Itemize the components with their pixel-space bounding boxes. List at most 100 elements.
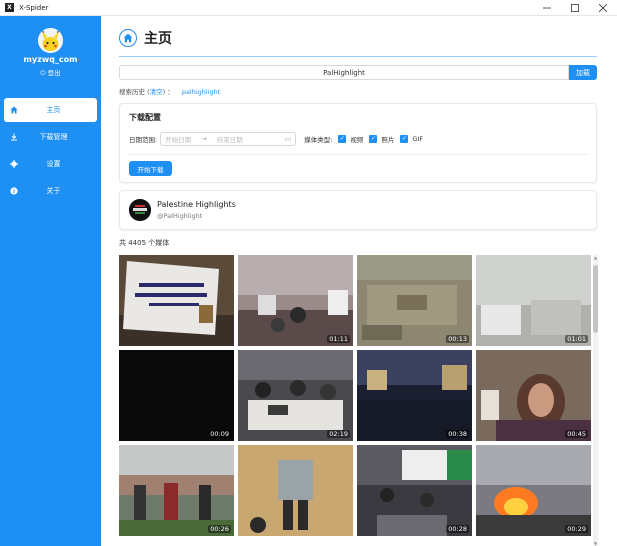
arrow-right-icon: → (201, 135, 207, 143)
checkmark-icon: ✓ (400, 135, 409, 143)
date-range-label: 日期范围: (129, 136, 158, 144)
media-thumbnail (357, 255, 472, 346)
search-history: 搜索历史 (清空) ： palhighlight (119, 86, 220, 96)
media-duration: 02:19 (327, 430, 350, 438)
sidebar-item-home[interactable]: 主页 (4, 98, 97, 122)
media-thumbnail (357, 445, 472, 536)
media-duration: 00:29 (565, 525, 588, 533)
sidebar-item-downloads[interactable]: 下载管理 (4, 125, 97, 149)
media-duration: 00:45 (565, 430, 588, 438)
history-item[interactable]: palhighlight (182, 88, 221, 96)
sidebar: myzwq_com ⏻ 登出 主页 下载管理 设置 关于 (0, 16, 101, 546)
app-icon: X (5, 3, 14, 12)
scroll-down-icon[interactable]: ▼ (593, 541, 598, 546)
media-tile[interactable]: 00:45 (476, 350, 591, 441)
close-icon (599, 4, 607, 12)
media-scrollbar[interactable]: ▲ ▼ (593, 255, 598, 546)
logout-icon: ⏻ (40, 69, 46, 77)
media-tile[interactable]: 00:29 (476, 445, 591, 536)
video-checkbox[interactable]: ✓ 视频 (338, 134, 363, 144)
home-icon (10, 106, 18, 114)
media-tile[interactable]: 00:13 (357, 255, 472, 346)
media-duration: 01:01 (565, 335, 588, 343)
avatar[interactable] (38, 28, 63, 53)
calendar-icon: ▭ (284, 135, 292, 143)
media-duration: 00:26 (208, 525, 231, 533)
maximize-button[interactable] (561, 0, 589, 16)
filter-row: 日期范围: 开始日期 → 结束日期 ▭ 媒体类型: ✓ 视频 ✓ 照片 ✓ GI… (129, 132, 423, 146)
logout-link[interactable]: ⏻ 登出 (0, 67, 101, 78)
media-thumbnail (476, 445, 591, 536)
media-duration: 00:28 (446, 525, 469, 533)
photo-checkbox[interactable]: ✓ 照片 (369, 134, 394, 144)
history-colon: ： (167, 88, 174, 96)
media-tile[interactable]: 00:38 (357, 350, 472, 441)
sidebar-item-about[interactable]: 关于 (4, 179, 97, 203)
date-range-picker[interactable]: 开始日期 → 结束日期 ▭ (160, 132, 297, 146)
media-tile[interactable]: 01:11 (238, 255, 353, 346)
header-divider (119, 56, 597, 57)
profile-logo-icon (129, 199, 151, 221)
title-bar: X X-Spider (0, 0, 617, 16)
start-date-input[interactable]: 开始日期 (165, 134, 191, 144)
page-title: 主页 (144, 31, 172, 47)
media-tile[interactable] (119, 255, 234, 346)
media-duration: 00:09 (208, 430, 231, 438)
page-header: 主页 (119, 28, 172, 48)
media-tile[interactable]: 01:01 (476, 255, 591, 346)
media-grid: 01:11 00:13 01:01 00:09 02:19 00:38 00:4… (119, 255, 591, 546)
download-config-title: 下载配置 (129, 113, 161, 122)
media-tile[interactable] (238, 445, 353, 536)
download-config-card: 下载配置 日期范围: 开始日期 → 结束日期 ▭ 媒体类型: ✓ 视频 ✓ 照片… (119, 103, 597, 183)
close-button[interactable] (589, 0, 617, 16)
media-thumbnail (476, 350, 591, 441)
logout-label: 登出 (47, 69, 61, 77)
scroll-up-icon[interactable]: ▲ (593, 255, 598, 260)
search-input[interactable] (119, 65, 569, 80)
media-thumbnail (119, 445, 234, 536)
media-duration: 01:11 (327, 335, 350, 343)
scroll-thumb[interactable] (593, 265, 598, 333)
start-download-button[interactable]: 开始下载 (129, 161, 172, 176)
window-title: X-Spider (19, 3, 49, 12)
card-divider (129, 154, 589, 155)
sidebar-nav: 主页 下载管理 设置 关于 (0, 98, 101, 206)
media-tile[interactable]: 00:09 (119, 350, 234, 441)
media-tile[interactable]: 02:19 (238, 350, 353, 441)
checkmark-icon: ✓ (338, 135, 347, 143)
download-icon (10, 133, 18, 141)
profile-avatar[interactable] (129, 199, 151, 221)
load-button[interactable]: 加载 (569, 65, 597, 80)
minimize-button[interactable] (533, 0, 561, 16)
media-thumbnail (119, 350, 234, 441)
search-bar: 加载 (119, 65, 597, 80)
sidebar-item-settings[interactable]: 设置 (4, 152, 97, 176)
info-icon (10, 187, 18, 195)
media-thumbnail (238, 350, 353, 441)
gif-checkbox-label: GIF (412, 135, 424, 143)
media-thumbnail (119, 255, 234, 346)
media-count: 共 4405 个媒体 (119, 239, 170, 247)
media-thumbnail (238, 445, 353, 536)
media-tile[interactable]: 00:26 (119, 445, 234, 536)
media-type-label: 媒体类型: (304, 136, 333, 144)
photo-checkbox-label: 照片 (381, 136, 395, 144)
profile-name: Palestine Highlights (157, 200, 236, 209)
video-checkbox-label: 视频 (350, 136, 364, 144)
end-date-input[interactable]: 结束日期 (217, 134, 243, 144)
pikachu-avatar-icon (38, 28, 63, 53)
minimize-icon (543, 7, 551, 9)
media-thumbnail (357, 350, 472, 441)
history-close-paren: ) (162, 88, 166, 96)
checkmark-icon: ✓ (369, 135, 378, 143)
media-duration: 00:38 (446, 430, 469, 438)
media-thumbnail (476, 255, 591, 346)
profile-card: Palestine Highlights @PalHighlight (119, 190, 597, 230)
history-label: 搜索历史 (119, 88, 145, 96)
media-tile[interactable]: 00:28 (357, 445, 472, 536)
gif-checkbox[interactable]: ✓ GIF (400, 135, 423, 143)
clear-history-link[interactable]: 清空 (150, 88, 163, 96)
profile-handle: @PalHighlight (157, 212, 203, 220)
home-icon (119, 29, 137, 47)
media-duration: 00:13 (446, 335, 469, 343)
